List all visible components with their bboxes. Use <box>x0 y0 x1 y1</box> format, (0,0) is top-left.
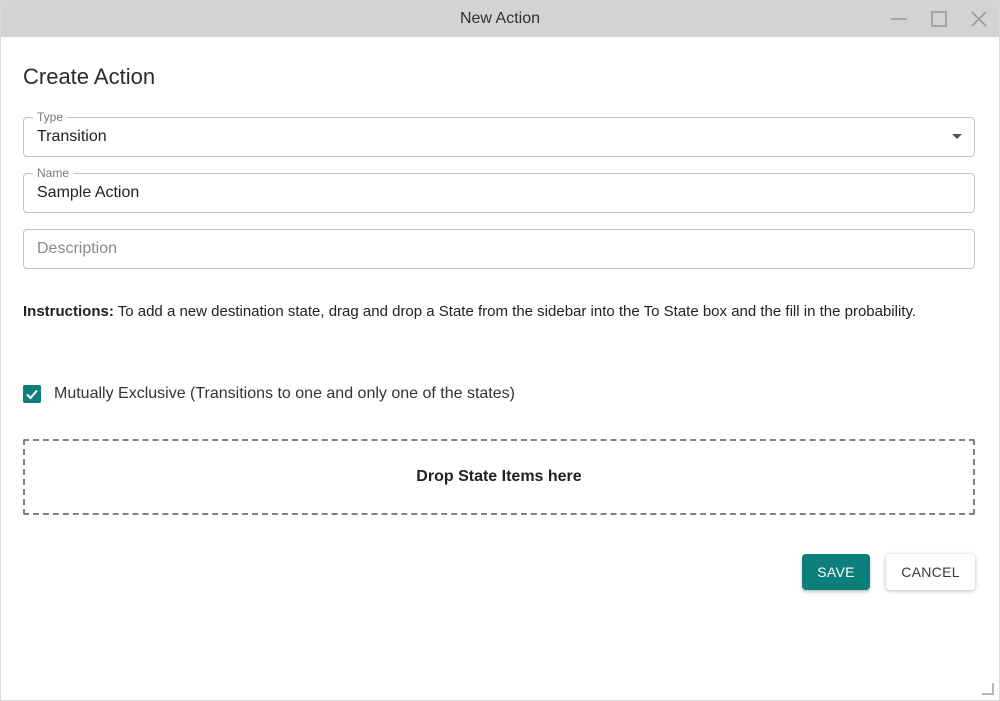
type-select[interactable]: Type Transition <box>23 110 975 157</box>
description-field-container <box>23 229 975 269</box>
instructions-text: Instructions: To add a new destination s… <box>23 300 963 324</box>
save-button[interactable]: SAVE <box>802 554 870 590</box>
mutually-exclusive-row: Mutually Exclusive (Transitions to one a… <box>23 383 515 405</box>
minimize-button[interactable] <box>888 8 910 30</box>
cancel-button[interactable]: CANCEL <box>886 554 975 590</box>
instructions-body: To add a new destination state, drag and… <box>113 303 917 320</box>
window-title: New Action <box>459 10 541 27</box>
mutually-exclusive-checkbox[interactable] <box>23 385 41 403</box>
close-button[interactable] <box>968 8 990 30</box>
description-input[interactable] <box>37 230 957 268</box>
minimize-icon <box>891 18 907 20</box>
mutually-exclusive-label[interactable]: Mutually Exclusive (Transitions to one a… <box>54 385 515 403</box>
dropdown-arrow-icon <box>952 134 962 139</box>
resize-grip-icon[interactable] <box>982 683 994 695</box>
page-title: Create Action <box>23 64 156 89</box>
maximize-button[interactable] <box>928 8 950 30</box>
close-icon <box>971 11 987 27</box>
dropzone-label: Drop State Items here <box>416 468 582 485</box>
maximize-icon <box>931 11 947 27</box>
checkmark-icon <box>26 389 38 400</box>
dialog-window: New Action Create Action Type Transition <box>0 0 1000 701</box>
name-input[interactable] <box>37 174 957 212</box>
instructions-prefix: Instructions: <box>23 303 114 320</box>
type-value: Transition <box>37 128 107 145</box>
state-dropzone[interactable]: Drop State Items here <box>23 439 975 515</box>
title-bar[interactable]: New Action <box>1 1 999 37</box>
name-field-container: Name <box>23 166 975 213</box>
